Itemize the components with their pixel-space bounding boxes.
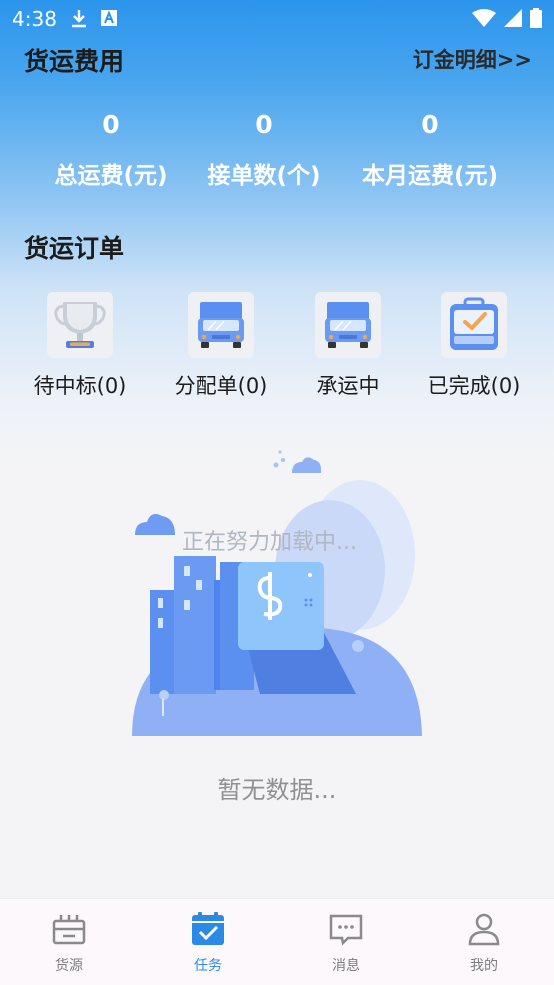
stat-value: 0 — [255, 110, 273, 139]
nav-item-tasks[interactable]: 任务 — [163, 911, 253, 975]
status-time: 4:38 — [12, 7, 57, 31]
orders-title: 货运订单 — [24, 234, 125, 263]
stat-label: 本月运费(元) — [361, 163, 499, 189]
order-pending-bid[interactable]: 待中标(0) — [15, 292, 145, 400]
nav-label: 任务 — [194, 958, 222, 974]
calendar-check-icon — [192, 912, 224, 945]
bottom-nav: 货源 任务 消息 我的 — [0, 898, 554, 985]
stat-monthly-freight: 0 本月运费(元) — [345, 110, 515, 190]
truck-icon — [315, 292, 381, 358]
download-icon — [72, 10, 86, 28]
wifi-icon — [472, 9, 496, 27]
nav-label: 我的 — [470, 958, 498, 974]
trophy-icon — [47, 292, 113, 358]
nav-item-cargo[interactable]: 货源 — [24, 911, 114, 975]
nav-item-messages[interactable]: 消息 — [301, 911, 391, 975]
empty-state-text: 暂无数据... — [217, 776, 337, 804]
order-label: 已完成(0) — [427, 374, 521, 398]
fees-title: 货运费用 — [24, 47, 125, 76]
order-completed[interactable]: 已完成(0) — [409, 292, 539, 400]
order-assigned[interactable]: 分配单(0) — [156, 292, 286, 400]
truck-icon — [188, 292, 254, 358]
order-in-transit[interactable]: 承运中 — [283, 292, 413, 400]
loading-text: 正在努力加载中... — [182, 530, 357, 555]
status-bar: 4:38 — [0, 0, 554, 36]
stat-order-count: 0 接单数(个) — [179, 110, 349, 190]
order-label: 分配单(0) — [174, 374, 268, 398]
order-label: 承运中 — [316, 374, 380, 398]
stat-label: 总运费(元) — [54, 163, 168, 189]
user-icon — [468, 913, 500, 946]
message-icon — [329, 914, 363, 946]
battery-icon — [530, 8, 542, 28]
stat-value: 0 — [421, 110, 439, 139]
order-label: 待中标(0) — [33, 374, 127, 398]
stat-label: 接单数(个) — [207, 163, 321, 189]
nav-label: 消息 — [332, 958, 360, 974]
nav-label: 货源 — [55, 958, 83, 974]
app-notification-icon — [101, 10, 117, 26]
stat-value: 0 — [102, 110, 120, 139]
check-bag-icon — [441, 292, 507, 358]
cargo-icon — [52, 915, 86, 945]
stat-total-freight: 0 总运费(元) — [26, 110, 196, 190]
nav-item-profile[interactable]: 我的 — [439, 911, 529, 975]
signal-icon — [504, 9, 522, 27]
empty-state-illustration — [132, 450, 422, 736]
deposit-detail-link[interactable]: 订金明细>> — [413, 44, 532, 74]
